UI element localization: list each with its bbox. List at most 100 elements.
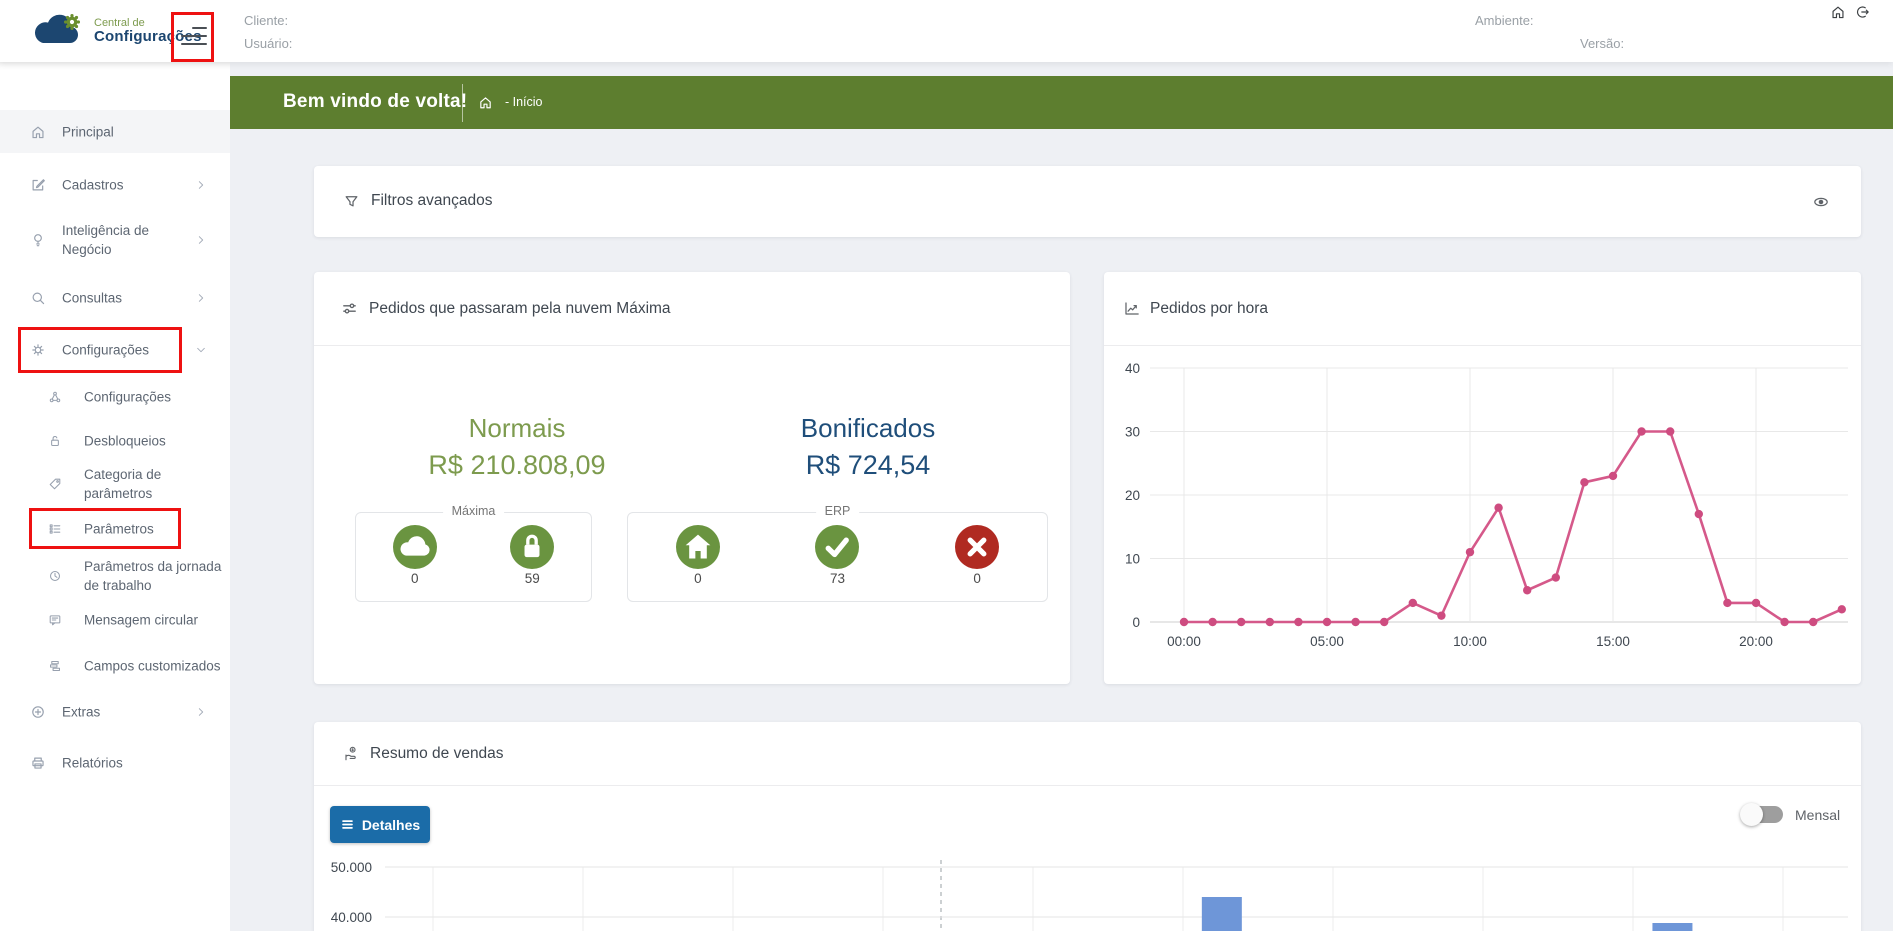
- home-icon[interactable]: [1829, 3, 1847, 21]
- sidebar-item-principal[interactable]: Principal: [0, 110, 230, 153]
- svg-text:0: 0: [1132, 615, 1140, 630]
- topbar: Central de Configurações Cliente: Usuári…: [0, 0, 1893, 62]
- banner-divider: [462, 84, 463, 122]
- mensal-label: Mensal: [1795, 807, 1840, 823]
- mensal-toggle[interactable]: [1743, 806, 1783, 823]
- sales-title: Resumo de vendas: [370, 745, 504, 763]
- sidebar: Principal Cadastros Inteligência deNegócio…: [0, 62, 230, 931]
- svg-text:40.000: 40.000: [331, 910, 372, 925]
- group-legend: ERP: [816, 504, 860, 518]
- svg-text:10:00: 10:00: [1453, 634, 1487, 649]
- menu-toggle-button[interactable]: [180, 24, 207, 46]
- sidebar-item-label: Categoria deparâmetros: [84, 465, 161, 503]
- sidebar-item-label: Inteligência deNegócio: [62, 221, 149, 259]
- usuario-label: Usuário:: [244, 36, 292, 51]
- status-count: 0: [393, 571, 437, 586]
- lightbulb-icon: [29, 231, 47, 249]
- sidebar-item-parametros-da-jornada[interactable]: Parâmetros da jornadade trabalho: [0, 553, 230, 598]
- cloud-icon: [393, 525, 437, 569]
- sidebar-item-label: Parâmetros: [84, 520, 154, 539]
- sidebar-item-extras[interactable]: Extras: [0, 690, 230, 733]
- pedidos-por-hora-card: Pedidos por hora 01020304000:0005:0010:0…: [1104, 272, 1861, 684]
- status-count: 0: [676, 571, 720, 586]
- divider: [314, 785, 1861, 786]
- search-icon: [29, 289, 47, 307]
- sidebar-item-relatorios[interactable]: Relatórios: [0, 741, 230, 784]
- detalhes-button[interactable]: Detalhes: [330, 806, 430, 843]
- svg-text:30: 30: [1125, 425, 1140, 440]
- status-count: 0: [955, 571, 999, 586]
- home-icon: [676, 525, 720, 569]
- sidebar-item-campos-customizados[interactable]: Campos customizados: [0, 645, 230, 687]
- sidebar-item-label: Desbloqueios: [84, 431, 166, 450]
- x-icon: [955, 525, 999, 569]
- status-cell-cloud: 0: [393, 525, 437, 586]
- sidebar-item-categoria-de-parametros[interactable]: Categoria deparâmetros: [0, 461, 230, 506]
- breadcrumb[interactable]: - Início: [505, 95, 543, 109]
- resumo-de-vendas-card: Resumo de vendas Detalhes Mensal 50.000 4…: [314, 722, 1861, 931]
- sidebar-item-label: Cadastros: [62, 175, 124, 194]
- sidebar-item-label: Campos customizados: [84, 657, 221, 676]
- svg-text:40: 40: [1125, 361, 1140, 376]
- sidebar-item-desbloqueios[interactable]: Desbloqueios: [0, 419, 230, 462]
- normais-label: Normais: [347, 413, 687, 444]
- sidebar-item-label: Configurações: [62, 341, 149, 360]
- sidebar-item-label: Relatórios: [62, 753, 123, 772]
- status-cell-lock: 59: [510, 525, 554, 586]
- svg-text:00:00: 00:00: [1167, 634, 1201, 649]
- filtros-title: Filtros avançados: [371, 192, 492, 210]
- chevron-right-icon: [194, 705, 208, 719]
- group-legend: Máxima: [443, 504, 505, 518]
- svg-text:20: 20: [1125, 488, 1140, 503]
- status-count: 73: [815, 571, 859, 586]
- svg-text:50.000: 50.000: [331, 860, 372, 875]
- banner-title: Bem vindo de volta!: [283, 91, 467, 113]
- sidebar-item-consultas[interactable]: Consultas: [0, 276, 230, 319]
- versao-label: Versão:: [1580, 36, 1624, 51]
- svg-text:15:00: 15:00: [1596, 634, 1630, 649]
- group-erp: ERP0730: [627, 512, 1048, 602]
- gear-icon: [29, 341, 47, 359]
- message-icon: [47, 612, 63, 628]
- sidebar-item-mensagem-circular[interactable]: Mensagem circular: [0, 599, 230, 641]
- list-icon: [47, 521, 63, 537]
- clock-icon: [47, 568, 63, 584]
- filtros-avancados-card[interactable]: Filtros avançados: [314, 166, 1861, 237]
- toggle-knob: [1740, 803, 1763, 826]
- welcome-banner: Bem vindo de volta! - Início: [230, 76, 1893, 129]
- svg-text:20:00: 20:00: [1739, 634, 1773, 649]
- printer-icon: [29, 754, 47, 772]
- svg-text:10: 10: [1125, 552, 1140, 567]
- check-icon: [815, 525, 859, 569]
- status-cell-x: 0: [955, 525, 999, 586]
- bonificados-label: Bonificados: [698, 413, 1038, 444]
- orders-title: Pedidos que passaram pela nuvem Máxima: [369, 300, 671, 318]
- status-cell-home: 0: [676, 525, 720, 586]
- nodes-icon: [47, 389, 63, 405]
- sidebar-item-cadastros[interactable]: Cadastros: [0, 163, 230, 206]
- sidebar-item-configuracoes-sub[interactable]: Configurações: [0, 375, 230, 418]
- detalhes-label: Detalhes: [362, 817, 420, 833]
- app: Central de Configurações Cliente: Usuári…: [0, 0, 1893, 931]
- cloud-gear-logo-icon: [30, 12, 88, 50]
- home-icon: [29, 123, 47, 141]
- logout-icon[interactable]: [1853, 3, 1871, 21]
- eye-icon[interactable]: [1811, 192, 1831, 212]
- chevron-down-icon: [194, 343, 208, 357]
- sidebar-item-parametros[interactable]: Parâmetros: [0, 508, 230, 550]
- sidebar-item-label: Parâmetros da jornadade trabalho: [84, 557, 221, 595]
- breadcrumb-home-icon[interactable]: [477, 94, 494, 111]
- status-cell-check: 73: [815, 525, 859, 586]
- cliente-label: Cliente:: [244, 13, 288, 28]
- status-count: 59: [510, 571, 554, 586]
- chevron-right-icon: [194, 291, 208, 305]
- edit-icon: [29, 176, 47, 194]
- sidebar-item-configuracoes[interactable]: Configurações: [0, 328, 230, 372]
- sidebar-item-label: Mensagem circular: [84, 611, 198, 630]
- svg-text:05:00: 05:00: [1310, 634, 1344, 649]
- bonificados-value: R$ 724,54: [698, 450, 1038, 481]
- funnel-icon: [342, 192, 361, 211]
- layers-icon: [47, 658, 63, 674]
- sidebar-item-label: Consultas: [62, 288, 122, 307]
- sidebar-item-inteligencia-de-negocio[interactable]: Inteligência deNegócio: [0, 212, 230, 267]
